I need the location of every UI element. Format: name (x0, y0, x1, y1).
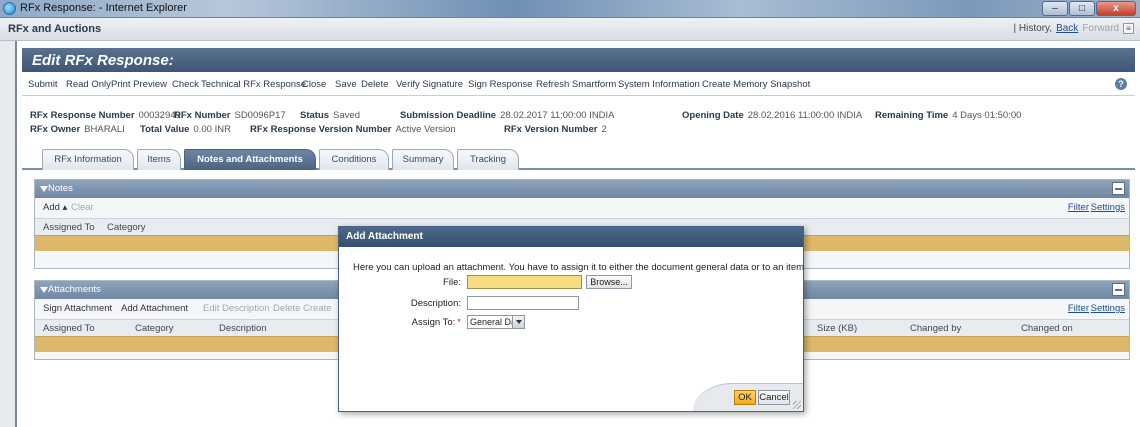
window-title: RFx Response: - Internet Explorer (20, 2, 187, 14)
tab-items[interactable]: Items (137, 149, 181, 170)
minimize-button[interactable]: – (1042, 1, 1068, 16)
column-category: Category (107, 222, 146, 233)
close-button[interactable]: Close (302, 79, 326, 90)
column-assigned-to: Assigned To (43, 222, 95, 233)
column-changed-on: Changed on (1021, 323, 1073, 334)
create-button[interactable]: Create (303, 303, 332, 314)
page-title: Edit RFx Response: (32, 52, 174, 69)
sign-response-button[interactable]: Sign Response (468, 79, 532, 90)
submit-button[interactable]: Submit (28, 79, 58, 90)
collapse-triangle-icon[interactable] (40, 287, 48, 293)
main-toolbar: Submit Read Only Print Preview Check Tec… (22, 74, 1135, 96)
portal-title: RFx and Auctions (8, 23, 102, 35)
print-preview-button[interactable]: Print Preview (111, 79, 167, 90)
remaining-time-field: Remaining Time 4 Days 01:50:00 (875, 110, 1022, 121)
tab-tracking[interactable]: Tracking (457, 149, 519, 170)
column-category: Category (135, 323, 174, 334)
add-attachment-dialog: Add Attachment Here you can upload an at… (338, 226, 804, 412)
dialog-header[interactable]: Add Attachment (339, 227, 803, 247)
dialog-footer: OK Cancel (339, 383, 803, 411)
technical-rfx-response-button[interactable]: Technical RFx Response (201, 79, 306, 90)
minimize-tray-icon[interactable] (1112, 182, 1125, 195)
notes-clear-button[interactable]: Clear (71, 202, 94, 213)
page-header: Edit RFx Response: (22, 48, 1135, 72)
tab-conditions[interactable]: Conditions (319, 149, 389, 170)
browse-button[interactable]: Browse... (586, 275, 632, 289)
attachments-filter-link[interactable]: Filter (1068, 303, 1089, 314)
internet-explorer-icon (3, 2, 16, 15)
back-link[interactable]: Back (1056, 23, 1078, 34)
rfx-number-field: RFx Number SD0096P17 (174, 110, 286, 121)
help-icon[interactable]: ? (1115, 78, 1127, 90)
tab-strip: RFx Information Items Notes and Attachme… (22, 146, 1135, 170)
forward-link[interactable]: Forward (1082, 23, 1119, 34)
tab-rfx-information[interactable]: RFx Information (42, 149, 134, 170)
history-link[interactable]: | History, (1014, 23, 1053, 34)
tab-notes-and-attachments[interactable]: Notes and Attachments (184, 149, 316, 170)
resize-grip-icon[interactable] (793, 401, 801, 409)
read-only-button[interactable]: Read Only (66, 79, 111, 90)
portal-header: RFx and Auctions | History, Back Forward… (0, 18, 1140, 41)
submission-deadline-field: Submission Deadline 28.02.2017 11:00:00 I… (400, 110, 615, 121)
opening-date-field: Opening Date 28.02.2016 11:00:00 INDIA (682, 110, 863, 121)
history-navigation: | History, Back Forward ≡ (1014, 23, 1134, 34)
file-input[interactable] (467, 275, 582, 289)
tab-summary[interactable]: Summary (392, 149, 454, 170)
notes-add-button[interactable]: Add ▴ (43, 202, 67, 213)
assign-to-select[interactable]: General Data (467, 315, 525, 329)
left-navigation-border (0, 41, 17, 427)
window-controls: – □ x (1041, 1, 1136, 16)
window-titlebar: RFx Response: - Internet Explorer – □ x (0, 0, 1140, 18)
file-label: File: (443, 277, 461, 288)
minimize-tray-icon[interactable] (1112, 283, 1125, 296)
notes-title: Notes (48, 183, 73, 194)
response-version-field: RFx Response Version Number Active Versio… (250, 124, 456, 135)
create-memory-snapshot-button[interactable]: Create Memory Snapshot (702, 79, 810, 90)
system-information-button[interactable]: System Information (618, 79, 700, 90)
dialog-title: Add Attachment (346, 231, 423, 242)
collapse-triangle-icon[interactable] (40, 186, 48, 192)
notes-tray-header[interactable]: Notes (35, 180, 1129, 198)
rfx-header-info: RFx Response Number 00032949 RFx Number SD… (22, 106, 1135, 140)
required-marker: * (457, 317, 461, 328)
status-field: Status Saved (300, 110, 360, 121)
page-menu-icon[interactable]: ≡ (1123, 23, 1134, 34)
column-description: Description (219, 323, 267, 334)
dropdown-arrow-icon[interactable] (512, 316, 524, 328)
notes-toolbar: Add ▴ Clear Filter Settings (35, 198, 1129, 218)
notes-settings-link[interactable]: Settings (1091, 202, 1125, 213)
save-button[interactable]: Save (335, 79, 357, 90)
delete-attachment-button[interactable]: Delete (273, 303, 300, 314)
edit-description-button[interactable]: Edit Description (203, 303, 270, 314)
verify-signature-button[interactable]: Verify Signature (396, 79, 463, 90)
rfx-owner-field: RFx Owner BHARALI (30, 124, 125, 135)
cancel-button[interactable]: Cancel (758, 390, 790, 405)
notes-filter-link[interactable]: Filter (1068, 202, 1089, 213)
check-button[interactable]: Check (172, 79, 199, 90)
sign-attachment-button[interactable]: Sign Attachment (43, 303, 112, 314)
attachments-title: Attachments (48, 284, 101, 295)
total-value-field: Total Value 0.00 INR (140, 124, 231, 135)
column-size-kb: Size (KB) (817, 323, 858, 334)
description-label: Description: (410, 298, 461, 309)
close-window-button[interactable]: x (1096, 1, 1136, 16)
add-attachment-button[interactable]: Add Attachment (121, 303, 188, 314)
attachments-settings-link[interactable]: Settings (1091, 303, 1125, 314)
dialog-instructions: Here you can upload an attachment. You h… (353, 262, 805, 273)
column-assigned-to: Assigned To (43, 323, 95, 334)
ok-button[interactable]: OK (734, 390, 756, 405)
rfx-version-field: RFx Version Number 2 (504, 124, 607, 135)
description-input[interactable] (467, 296, 579, 310)
maximize-button[interactable]: □ (1069, 1, 1095, 16)
delete-button[interactable]: Delete (361, 79, 388, 90)
assign-to-label: Assign To: * (411, 317, 461, 328)
response-number-field: RFx Response Number 00032949 (30, 110, 181, 121)
refresh-smartform-button[interactable]: Refresh Smartform (536, 79, 616, 90)
column-changed-by: Changed by (910, 323, 962, 334)
